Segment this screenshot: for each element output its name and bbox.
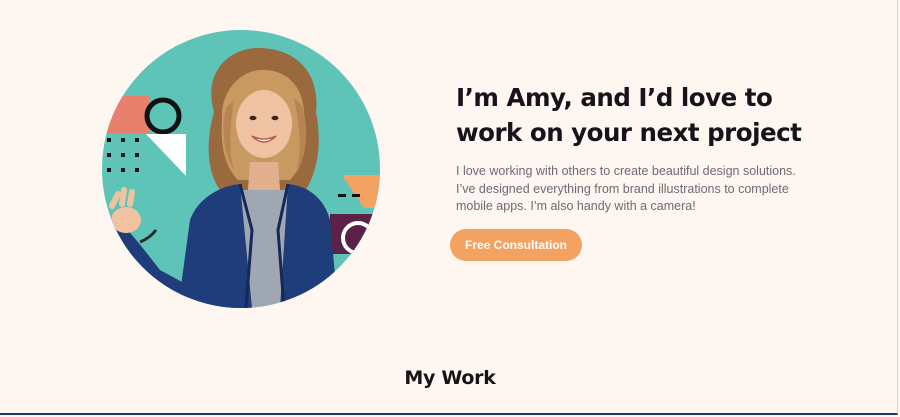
hero-portrait [102, 30, 380, 308]
portrait-photo-icon [102, 30, 380, 308]
free-consultation-button[interactable]: Free Consultation [450, 229, 582, 261]
my-work-title: My Work [404, 367, 496, 389]
hero-intro-line-1: I love working with others to create bea… [456, 164, 796, 178]
hero-intro: I love working with others to create bea… [456, 163, 796, 216]
hero-heading: I’m Amy, and I’d love to work on your ne… [456, 80, 836, 150]
hero-intro-line-3: mobile apps. I’m also handy with a camer… [456, 199, 696, 213]
hero-copy: I’m Amy, and I’d love to work on your ne… [456, 80, 836, 150]
hero-heading-line-2: work on your next project [456, 118, 802, 147]
hero-heading-line-1: I’m Amy, and I’d love to [456, 83, 773, 112]
hero-intro-line-2: I’ve designed everything from brand illu… [456, 181, 789, 196]
